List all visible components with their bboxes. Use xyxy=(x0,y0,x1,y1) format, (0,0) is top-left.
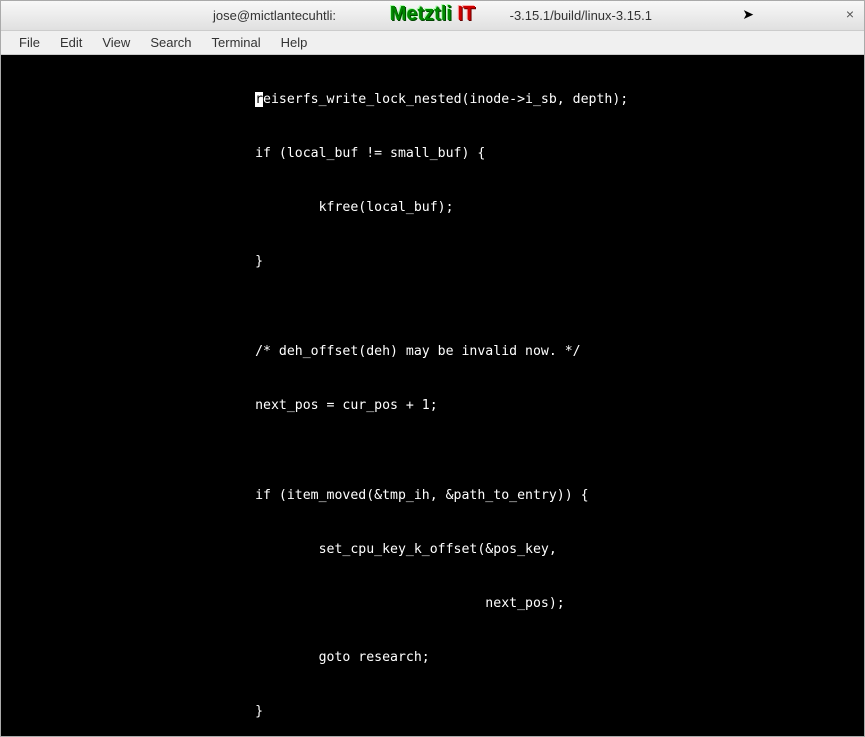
code-line: kfree(local_buf); xyxy=(1,199,864,217)
brand-logo: Metztli IT xyxy=(390,3,476,26)
titlebar: jose@mictlantecuhtli: Metztli IT -3.15.1… xyxy=(1,1,864,31)
terminal-window: jose@mictlantecuhtli: Metztli IT -3.15.1… xyxy=(0,0,865,737)
code-line: } xyxy=(1,253,864,271)
menu-file[interactable]: File xyxy=(9,32,50,53)
menu-search[interactable]: Search xyxy=(140,32,201,53)
code-line: next_pos); xyxy=(1,595,864,613)
menu-terminal[interactable]: Terminal xyxy=(202,32,271,53)
menu-edit[interactable]: Edit xyxy=(50,32,92,53)
code-line: /* deh_offset(deh) may be invalid now. *… xyxy=(1,343,864,361)
code-line: } xyxy=(1,703,864,721)
code-line: if (local_buf != small_buf) { xyxy=(1,145,864,163)
window-title-right: -3.15.1/build/linux-3.15.1 xyxy=(510,8,652,23)
code-line: if (item_moved(&tmp_ih, &path_to_entry))… xyxy=(1,487,864,505)
vim-pane-top[interactable]: reiserfs_write_lock_nested(inode->i_sb, … xyxy=(1,55,864,736)
menu-help[interactable]: Help xyxy=(271,32,318,53)
close-icon[interactable]: × xyxy=(846,6,854,22)
menu-view[interactable]: View xyxy=(92,32,140,53)
code-line: set_cpu_key_k_offset(&pos_key, xyxy=(1,541,864,559)
vim-cursor: r xyxy=(255,92,263,107)
code-line: goto research; xyxy=(1,649,864,667)
window-title-left: jose@mictlantecuhtli: xyxy=(213,8,340,23)
cursor-arrow-icon: ➤ xyxy=(742,6,754,23)
code-line: next_pos = cur_pos + 1; xyxy=(1,397,864,415)
terminal-area[interactable]: reiserfs_write_lock_nested(inode->i_sb, … xyxy=(1,55,864,736)
code-line: reiserfs_write_lock_nested(inode->i_sb, … xyxy=(1,91,864,109)
menubar: File Edit View Search Terminal Help xyxy=(1,31,864,55)
